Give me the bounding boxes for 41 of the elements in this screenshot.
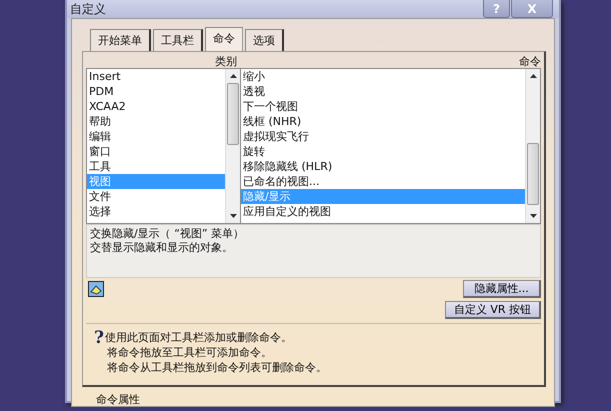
list-item[interactable]: 虚拟现实飞行 <box>241 129 525 144</box>
help-icon: ? <box>94 330 105 375</box>
scroll-thumb[interactable] <box>227 83 239 145</box>
list-item[interactable]: 应用自定义的视图 <box>241 204 525 219</box>
list-item[interactable]: 缩小 <box>241 69 525 84</box>
column-heading: 命令 <box>518 54 541 68</box>
command-image-icon <box>88 281 104 297</box>
tab[interactable]: 工具栏 <box>153 29 203 51</box>
list-item[interactable]: 透视 <box>241 84 525 99</box>
tab[interactable]: 命令 <box>205 27 243 51</box>
list-item[interactable]: Insert <box>87 69 225 84</box>
window-title: 自定义 <box>70 0 106 18</box>
description-text: 交替显示隐藏和显示的对象。 <box>90 241 234 255</box>
help-text: 将命令从工具栏拖放到命令列表可删除命令。 <box>106 360 327 375</box>
list-item[interactable]: 编辑 <box>87 129 225 144</box>
command-list[interactable]: 缩小 透视 下一个视图 线框 (NHR) 虚拟现实飞行 旋转 移除隐藏线 (HLR) 已命名的视图... 隐藏/显示 应用自定义的视图 <box>241 69 540 223</box>
list-item[interactable]: 已命名的视图... <box>241 174 525 189</box>
help-text: 将命令拖放至工具栏可添加命令。 <box>106 345 273 360</box>
list-item[interactable]: XCAA2 <box>87 99 225 114</box>
list-item[interactable]: 窗口 <box>87 144 225 159</box>
scrollbar[interactable] <box>525 69 540 223</box>
help-text: 使用此页面对工具栏添加或删除命令。 <box>105 330 293 345</box>
dialog-button[interactable]: 隐藏属性... <box>463 280 541 298</box>
column-heading: 类别 <box>214 54 237 68</box>
dialog-button[interactable]: 自定义 VR 按钮 <box>444 301 541 319</box>
section-label: 命令属性 <box>95 393 141 406</box>
category-list[interactable]: Insert PDM XCAA2 帮助 编辑 窗口 工具 视图 文件 选择 <box>87 69 241 223</box>
list-item[interactable]: 选择 <box>87 204 225 219</box>
description-text: 交换隐藏/显示（ “视图” 菜单） <box>90 227 246 241</box>
list-item[interactable]: 移除隐藏线 (HLR) <box>241 159 525 174</box>
scrollbar[interactable] <box>225 69 240 223</box>
list-item[interactable]: 帮助 <box>87 114 225 129</box>
list-item[interactable]: 旋转 <box>241 144 525 159</box>
list-item[interactable]: 线框 (NHR) <box>241 114 525 129</box>
scroll-thumb[interactable] <box>527 143 539 205</box>
list-item[interactable]: 下一个视图 <box>241 99 525 114</box>
list-item[interactable]: 工具 <box>87 159 225 174</box>
tab[interactable]: 开始菜单 <box>90 29 151 51</box>
list-item[interactable]: 文件 <box>87 189 225 204</box>
tab[interactable]: 选项 <box>245 29 284 51</box>
list-item[interactable]: PDM <box>87 84 225 99</box>
